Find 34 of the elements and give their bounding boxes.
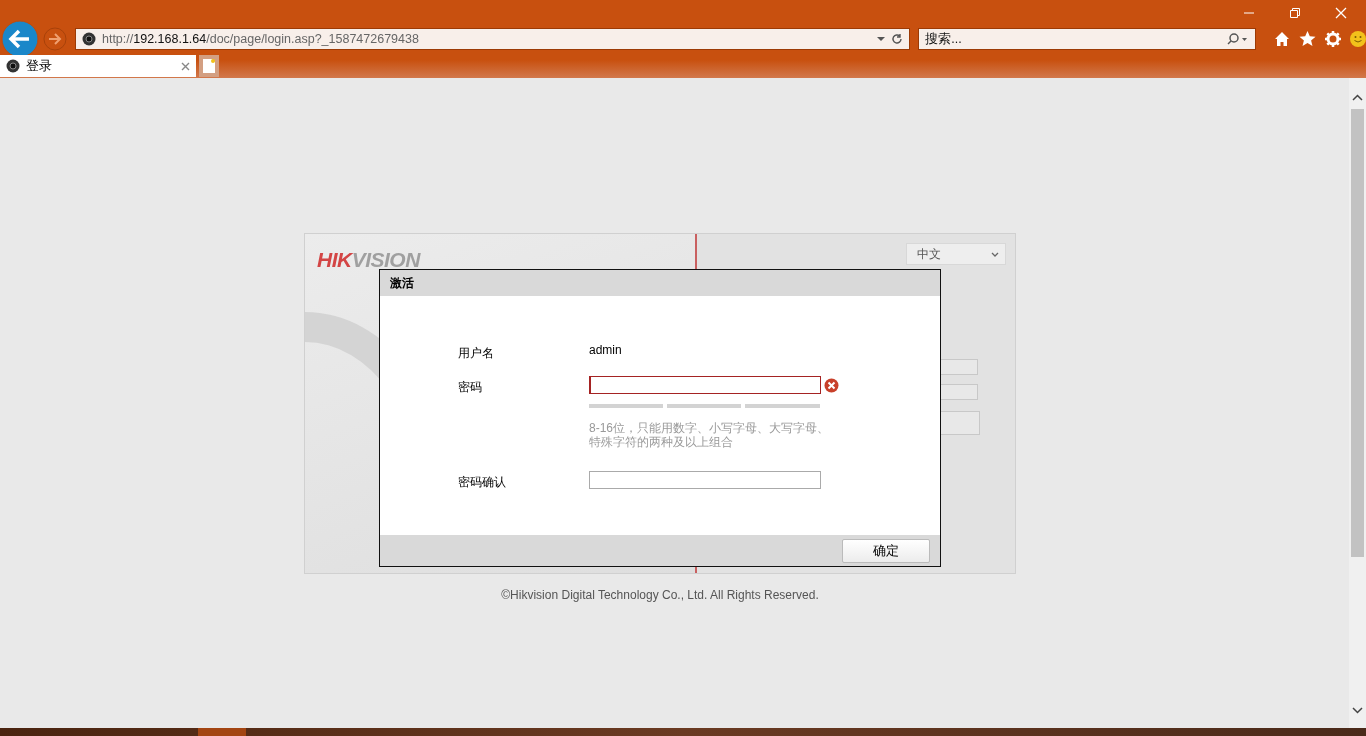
password-hint: 8-16位，只能用数字、小写字母、大写字母、特殊字符的两种及以上组合 [589, 421, 831, 449]
error-icon [824, 377, 839, 393]
forward-button[interactable] [42, 26, 67, 51]
field-label: 用户名 [458, 345, 495, 362]
restore-icon[interactable] [1289, 7, 1301, 19]
logo: HIKVISION [317, 248, 422, 272]
scrollbar[interactable] [1349, 78, 1366, 728]
scroll-down-icon[interactable] [1352, 707, 1363, 714]
new-tab-button[interactable] [199, 55, 219, 77]
username-value: admin [589, 342, 622, 357]
search-field[interactable]: 搜索... [918, 27, 1257, 50]
settings-icon[interactable] [1325, 30, 1341, 47]
chevron-icon [991, 251, 999, 257]
address-bar[interactable]: http://192.168.1.64/doc/page/login.asp?_1587472679438 [74, 27, 911, 50]
copyright-text: ©Hikvision Digital Technology Co., Ltd. All Rights Reserved. [501, 588, 819, 602]
dropdown-icon[interactable] [877, 35, 886, 42]
camera-icon [81, 31, 96, 46]
password-field[interactable] [589, 376, 821, 394]
confirm-button[interactable]: 确定 [842, 538, 930, 563]
field-label: 密码 [458, 379, 483, 396]
smiley-icon[interactable] [1350, 30, 1366, 47]
camera-icon [6, 59, 20, 73]
language-select[interactable]: 中文 [906, 243, 1006, 265]
password-field[interactable] [589, 471, 821, 489]
back-button[interactable] [1, 19, 39, 58]
refresh-icon[interactable] [891, 32, 904, 45]
field-label: 密码确认 [458, 474, 507, 491]
close-icon[interactable] [181, 61, 190, 71]
scroll-up-icon[interactable] [1352, 94, 1363, 101]
browser-tab[interactable]: 登录 [0, 55, 196, 77]
dialog-title: 激活 [380, 270, 940, 296]
home-icon[interactable] [1274, 30, 1290, 47]
star-icon[interactable] [1299, 30, 1316, 47]
url-text: http://192.168.1.64/doc/page/login.asp?_1587472679438 [101, 31, 420, 46]
